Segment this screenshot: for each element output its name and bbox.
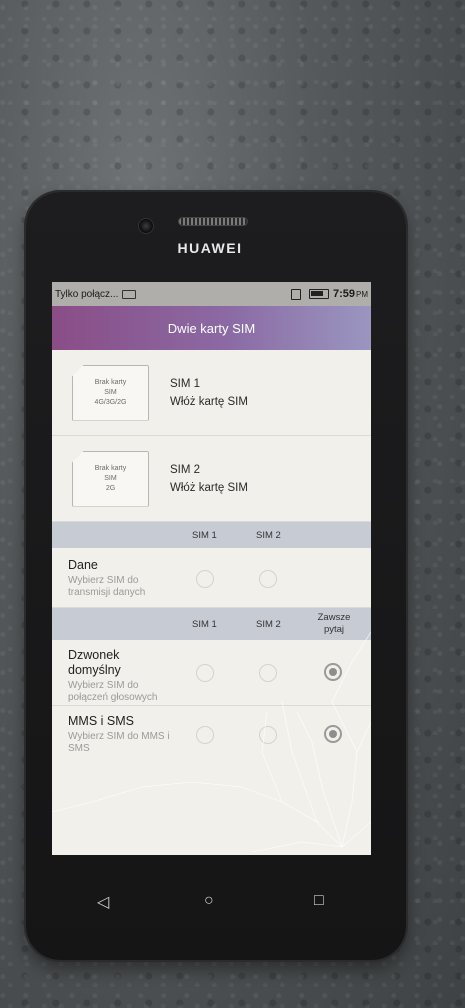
phone-screen: Tylko połącz... 7:59 PM Dwie karty SIM B…: [52, 282, 371, 855]
row-title: Dane: [68, 558, 98, 572]
row-subtitle: Wybierz SIM do połączeń głosowych: [68, 680, 158, 703]
row-subtitle: Wybierz SIM do MMS i SMS: [68, 731, 170, 754]
row-title: MMS i SMS: [68, 714, 134, 728]
sim-slot-info: SIM 2 Włóż kartę SIM: [170, 461, 248, 497]
navigation-bar: ◁ ○ □: [52, 880, 371, 924]
keyboard-icon: [122, 289, 137, 299]
recents-square-icon[interactable]: □: [314, 892, 324, 910]
ringtone-always-ask-radio[interactable]: [324, 663, 342, 681]
ringtone-sim1-radio[interactable]: [196, 664, 214, 682]
data-sim1-radio[interactable]: [196, 570, 214, 588]
clock: 7:59: [332, 288, 355, 300]
carrier-text: Tylko połącz...: [55, 288, 119, 300]
back-triangle-icon[interactable]: ◁: [97, 892, 109, 912]
brand-logo: HUAWEI: [177, 240, 243, 256]
battery-icon: [308, 289, 329, 299]
data-sim-row: Dane Wybierz SIM do transmisji danych: [52, 548, 371, 608]
sim-name: SIM 2: [170, 463, 201, 476]
column-always-ask: Zawsze pytaj: [317, 612, 351, 635]
ringtone-sim-row: Dzwonek domyślny Wybierz SIM do połączeń…: [52, 640, 371, 706]
data-sim2-radio[interactable]: [259, 570, 277, 588]
mms-sim2-radio[interactable]: [259, 726, 277, 744]
sim-card-icon: Brak karty SIM 2G: [72, 450, 149, 507]
page-title: Dwie karty SIM: [52, 306, 371, 350]
sim-slot-info: SIM 1 Włóż kartę SIM: [170, 375, 248, 411]
home-circle-icon[interactable]: ○: [204, 892, 214, 910]
clock-ampm: PM: [356, 289, 368, 299]
row-title: Dzwonek domyślny: [68, 648, 121, 677]
sim-status: Włóż kartę SIM: [170, 481, 248, 494]
column-sim1: SIM 1: [192, 618, 217, 630]
row-subtitle: Wybierz SIM do transmisji danych: [68, 575, 146, 598]
sim-card-icon: Brak karty SIM 4G/3G/2G: [72, 364, 149, 421]
column-sim1: SIM 1: [192, 529, 217, 541]
column-sim2: SIM 2: [256, 529, 281, 541]
data-column-header: SIM 1 SIM 2: [52, 522, 371, 548]
sim-status-icon: [290, 288, 301, 300]
call-column-header: SIM 1 SIM 2 Zawsze pytaj: [52, 608, 371, 640]
ringtone-sim2-radio[interactable]: [259, 664, 277, 682]
sim-slot-2[interactable]: Brak karty SIM 2G SIM 2 Włóż kartę SIM: [52, 436, 371, 522]
sim-name: SIM 1: [170, 377, 201, 390]
mms-sim1-radio[interactable]: [196, 726, 214, 744]
sim-slot-1[interactable]: Brak karty SIM 4G/3G/2G SIM 1 Włóż kartę…: [52, 350, 371, 436]
status-bar: Tylko połącz... 7:59 PM: [52, 282, 371, 306]
column-sim2: SIM 2: [256, 618, 281, 630]
front-camera: [138, 218, 154, 234]
sim-status: Włóż kartę SIM: [170, 395, 248, 408]
earpiece-speaker: [178, 217, 248, 226]
mms-sms-sim-row: MMS i SMS Wybierz SIM do MMS i SMS: [52, 706, 371, 776]
mms-always-ask-radio[interactable]: [324, 725, 342, 743]
